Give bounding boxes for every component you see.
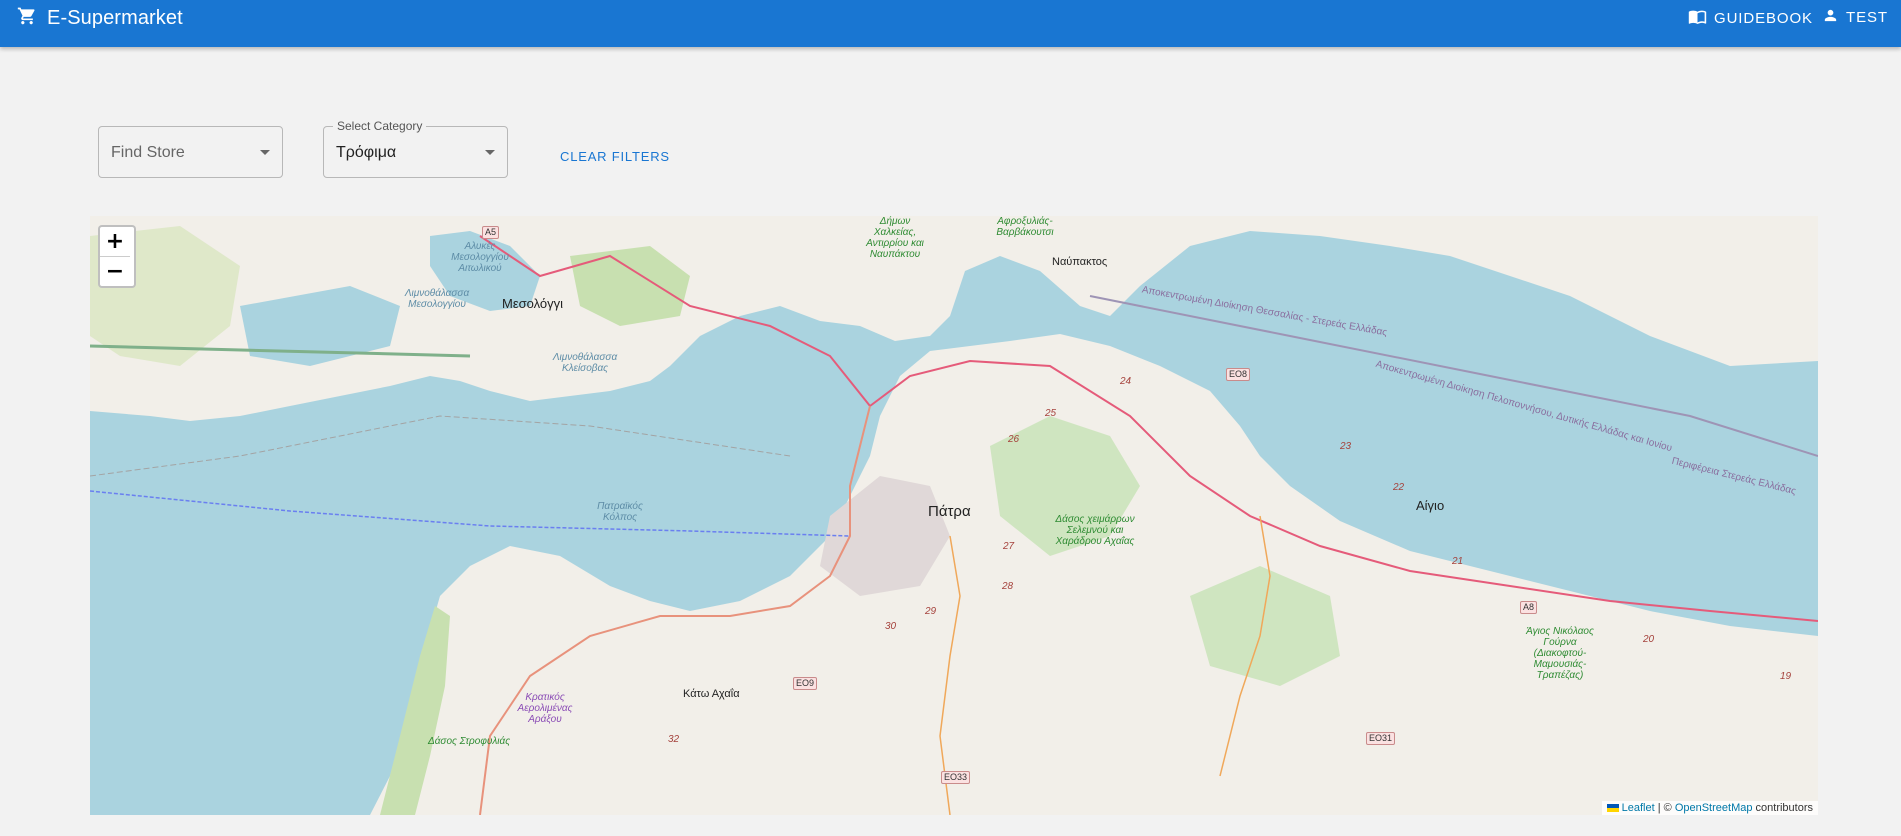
- road-shield: A5: [482, 226, 500, 239]
- app-bar: E-Supermarket GUIDEBOOK TEST: [0, 0, 1901, 47]
- road-shield: EO31: [1366, 732, 1396, 745]
- guidebook-button[interactable]: GUIDEBOOK: [1688, 7, 1813, 30]
- road-shield: EO8: [1226, 368, 1251, 381]
- road-number: 27: [1003, 541, 1015, 552]
- attribution-separator: | ©: [1654, 802, 1675, 814]
- map-attribution: Leaflet | © OpenStreetMap contributors: [1601, 801, 1818, 815]
- road-number: 28: [1002, 581, 1014, 592]
- road-shield: EO33: [941, 771, 971, 784]
- road-number: 32: [668, 734, 680, 745]
- road-shield: A8: [1520, 601, 1538, 614]
- label-alykes: Αλυκές Μεσολογγίου Αιτωλικού: [451, 241, 509, 274]
- road-number: 20: [1643, 634, 1655, 645]
- label-forest-cheimarron: Δάσος χειμάρρων Σελεμνού και Χαράδρου Αχ…: [1055, 514, 1135, 547]
- dropdown-arrow-icon: [485, 150, 495, 155]
- user-button[interactable]: TEST: [1822, 7, 1888, 28]
- label-mesologgi: Μεσολόγγι: [502, 296, 564, 311]
- leaflet-link[interactable]: Leaflet: [1622, 802, 1655, 814]
- osm-link[interactable]: OpenStreetMap: [1675, 802, 1753, 814]
- road-number: 22: [1393, 482, 1405, 493]
- find-store-select[interactable]: Find Store: [98, 126, 283, 178]
- land-south: [90, 334, 1818, 815]
- book-icon: [1688, 7, 1707, 30]
- label-airport: Κρατικός Αερολιμένας Αράξου: [517, 692, 573, 725]
- label-kato-achaia: Κάτω Αχαΐα: [683, 688, 740, 700]
- category-value: Τρόφιμα: [336, 144, 397, 161]
- ukraine-flag-icon: [1606, 804, 1619, 813]
- shopping-cart-icon: [17, 6, 37, 31]
- label-dimos: Δήμων Χαλκείας, Αντιρρίου και Ναυπάκτου: [866, 216, 924, 260]
- dropdown-arrow-icon: [260, 150, 270, 155]
- road-number: 26: [1008, 434, 1020, 445]
- clear-filters-button[interactable]: CLEAR FILTERS: [560, 149, 670, 164]
- road-shield: EO9: [793, 677, 818, 690]
- label-agios-nikolaos: Άγιος Νικόλαος Γούρνα (Διακοφτού-Μαμουσι…: [1526, 626, 1594, 681]
- attribution-suffix: contributors: [1752, 802, 1813, 814]
- guidebook-label: GUIDEBOOK: [1714, 10, 1813, 27]
- map[interactable]: Πάτρα Μεσολόγγι Ναύπακτος Αίγιο Κάτω Αχα…: [90, 216, 1818, 815]
- road-number: 23: [1340, 441, 1352, 452]
- person-icon: [1822, 7, 1839, 28]
- find-store-placeholder: Find Store: [111, 144, 185, 161]
- app-title: E-Supermarket: [47, 7, 183, 29]
- road-number: 24: [1120, 376, 1132, 387]
- label-aigio: Αίγιο: [1416, 498, 1445, 513]
- road-number: 25: [1045, 408, 1057, 419]
- label-lagoon-mesologgi: Λιμνοθάλασσα Μεσολογγίου: [404, 288, 470, 310]
- road-number: 29: [925, 606, 937, 617]
- label-patra: Πάτρα: [928, 503, 971, 520]
- road-number: 19: [1780, 671, 1792, 682]
- category-select[interactable]: Select Category Τρόφιμα: [323, 119, 508, 178]
- zoom-out-button[interactable]: −: [100, 257, 130, 286]
- zoom-control: + −: [98, 225, 136, 288]
- sea-boundary: [90, 415, 791, 477]
- user-label: TEST: [1846, 9, 1888, 26]
- road-number: 30: [885, 621, 897, 632]
- brand[interactable]: E-Supermarket: [17, 6, 183, 31]
- road-number: 21: [1452, 556, 1464, 567]
- label-forest-strofylia: Δάσος Στροφυλιάς: [428, 736, 511, 747]
- water-boundary: [90, 490, 851, 537]
- label-afroxylias: Αφροξυλιάς-Βαρβάκουτσι: [996, 216, 1054, 238]
- label-lagoon-kleisova: Λιμνοθάλασσα Κλείσοβας: [552, 352, 618, 374]
- label-nafpaktos: Ναύπακτος: [1052, 256, 1108, 268]
- label-patraikos: Πατραϊκός Κόλπος: [597, 501, 643, 523]
- category-label: Select Category: [333, 119, 427, 133]
- zoom-in-button[interactable]: +: [100, 227, 130, 257]
